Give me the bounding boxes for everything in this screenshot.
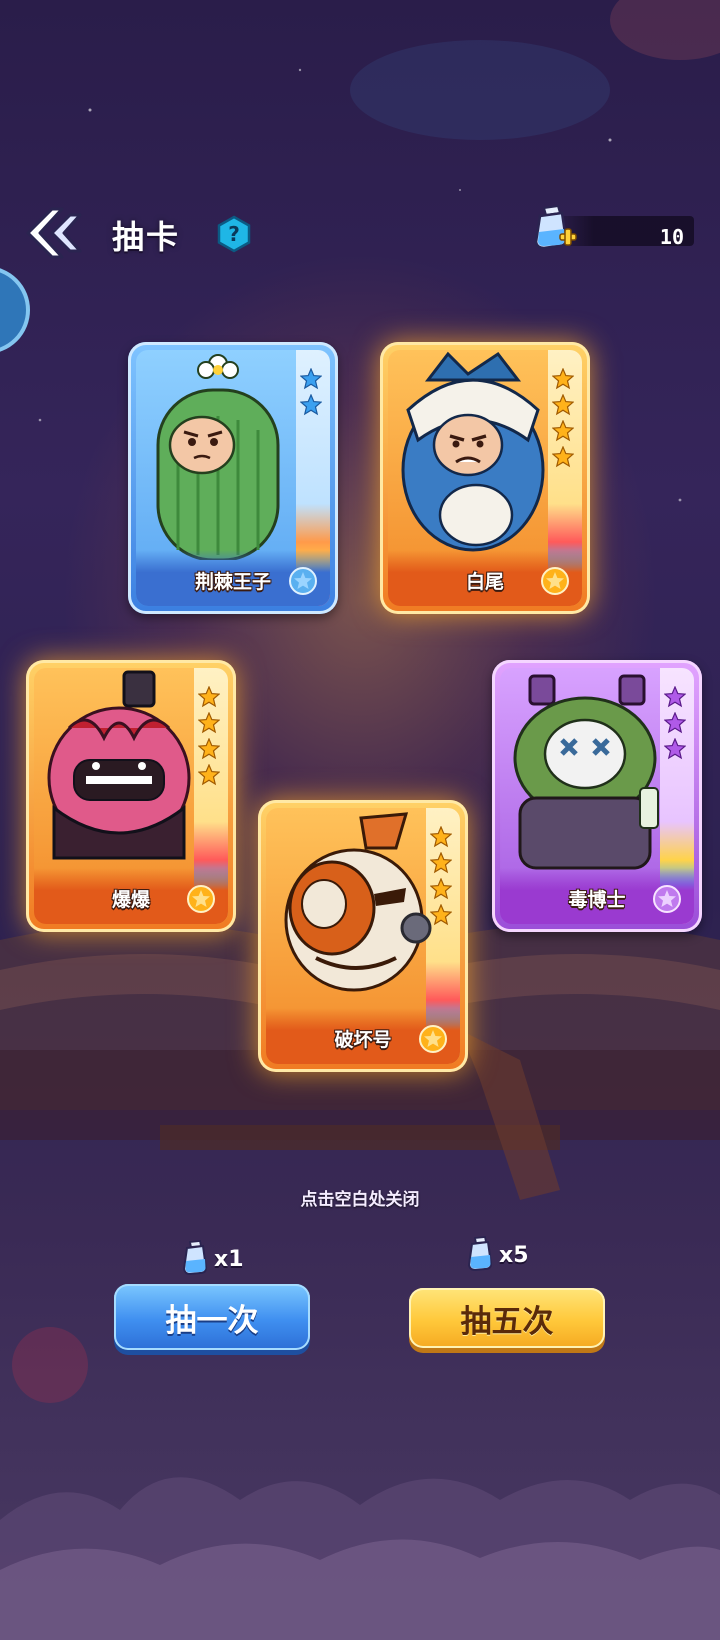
card-art: 荆棘王子 [136,350,330,606]
card-destroyer[interactable]: 破坏号 [258,800,468,1072]
currency-value: 10 [659,225,684,249]
five-draw-cost-text: x5 [499,1242,529,1268]
potion-bottle-icon [467,1236,493,1272]
bomb-character-art [47,670,191,860]
help-glyph: ? [228,222,240,246]
draw-five-button[interactable]: 抽五次 [409,1288,605,1348]
card-thorn-prince[interactable]: 荆棘王子 [128,342,338,614]
flower-emblem-icon [419,1025,447,1053]
single-draw-cost: x1 [180,1240,244,1278]
currency-bar: 10 [560,216,694,249]
flower-emblem-icon [653,885,681,913]
page-title: 抽卡 [112,218,181,256]
card-art: 白尾 [388,350,582,606]
card-art: 爆爆 [34,668,228,924]
card-art: 破坏号 [266,808,460,1064]
card-dr-poison[interactable]: 毒博士 [492,660,702,932]
wolf-character-art [401,351,545,552]
question-hexagon-icon[interactable]: ? [215,215,253,253]
five-draw-cost: x5 [465,1236,529,1274]
cloud-decoration [0,1477,720,1640]
currency-display: 10 [530,204,694,250]
draw-once-button[interactable]: 抽一次 [114,1284,310,1350]
potion-bottle-plus-icon[interactable] [530,204,578,254]
doctor-character-art [513,674,659,870]
flower-emblem-icon [187,885,215,913]
side-menu-tab[interactable] [0,266,30,354]
card-art: 毒博士 [500,668,694,924]
card-white-tail[interactable]: 白尾 [380,342,590,614]
close-hint: 点击空白处关闭 [300,1190,420,1210]
cactus-character-art [156,354,280,560]
double-chevron-left-icon[interactable] [22,205,82,261]
flower-emblem-icon [541,567,569,595]
flower-emblem-icon [289,567,317,595]
single-draw-cost-text: x1 [214,1246,244,1272]
card-bao-bao[interactable]: 爆爆 [26,660,236,932]
potion-bottle-icon [182,1240,208,1276]
robot-character-art [284,812,432,992]
